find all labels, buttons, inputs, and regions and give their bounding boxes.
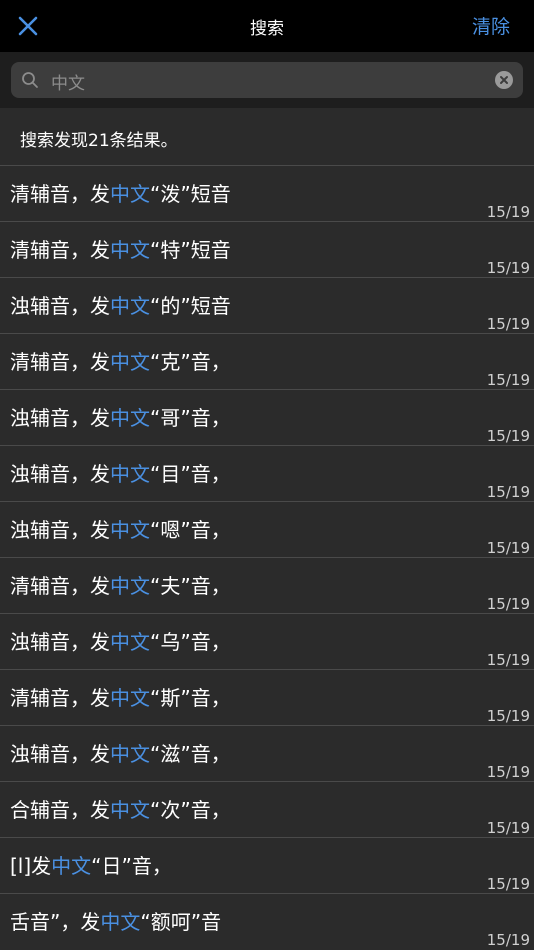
result-text-suffix: “克”音， bbox=[150, 350, 231, 374]
result-text-prefix: 浊辅音，发 bbox=[10, 294, 110, 318]
result-highlight: 中文 bbox=[110, 742, 150, 766]
result-page-number: 15/19 bbox=[486, 707, 530, 725]
result-text: 清辅音，发中文“特”短音 bbox=[10, 234, 231, 263]
result-text: 清辅音，发中文“夫”音， bbox=[10, 570, 231, 599]
result-text-prefix: 浊辅音，发 bbox=[10, 742, 110, 766]
result-page-number: 15/19 bbox=[486, 651, 530, 669]
result-text-prefix: 浊辅音，发 bbox=[10, 406, 110, 430]
result-row[interactable]: [l]发中文“日”音， 15/19 bbox=[0, 837, 534, 893]
result-highlight: 中文 bbox=[110, 686, 150, 710]
result-row[interactable]: 清辅音，发中文“克”音， 15/19 bbox=[0, 333, 534, 389]
result-page-number: 15/19 bbox=[486, 595, 530, 613]
result-highlight: 中文 bbox=[100, 910, 141, 934]
result-text-prefix: 浊辅音，发 bbox=[10, 462, 110, 486]
result-highlight: 中文 bbox=[110, 518, 150, 542]
page-title: 搜索 bbox=[250, 19, 284, 39]
result-highlight: 中文 bbox=[110, 294, 150, 318]
result-text-suffix: “特”短音 bbox=[150, 238, 231, 262]
result-text-prefix: 浊辅音，发 bbox=[10, 630, 110, 654]
result-text: 浊辅音，发中文“的”短音 bbox=[10, 290, 231, 319]
result-page-number: 15/19 bbox=[486, 203, 530, 221]
result-text: 清辅音，发中文“泼”短音 bbox=[10, 178, 231, 207]
results-summary: 搜索发现21条结果。 bbox=[0, 108, 534, 165]
result-text-suffix: “泼”短音 bbox=[150, 182, 231, 206]
clear-button[interactable]: 清除 bbox=[472, 12, 510, 39]
result-page-number: 15/19 bbox=[486, 371, 530, 389]
result-highlight: 中文 bbox=[110, 574, 150, 598]
result-text-suffix: “日”音， bbox=[91, 854, 172, 878]
result-text: 浊辅音，发中文“目”音， bbox=[10, 458, 231, 487]
result-text-suffix: “乌”音， bbox=[150, 630, 231, 654]
result-text: [l]发中文“日”音， bbox=[10, 850, 172, 879]
result-highlight: 中文 bbox=[110, 406, 150, 430]
result-row[interactable]: 清辅音，发中文“特”短音 15/19 bbox=[0, 221, 534, 277]
result-page-number: 15/19 bbox=[486, 483, 530, 501]
result-row[interactable]: 合辅音，发中文“次”音， 15/19 bbox=[0, 781, 534, 837]
result-text: 合辅音，发中文“次”音， bbox=[10, 794, 231, 823]
result-highlight: 中文 bbox=[110, 630, 150, 654]
result-page-number: 15/19 bbox=[486, 763, 530, 781]
result-highlight: 中文 bbox=[51, 854, 92, 878]
result-text-prefix: 浊辅音，发 bbox=[10, 518, 110, 542]
result-text-suffix: “的”短音 bbox=[150, 294, 231, 318]
result-highlight: 中文 bbox=[110, 462, 150, 486]
result-row[interactable]: 清辅音，发中文“泼”短音 15/19 bbox=[0, 165, 534, 221]
result-row[interactable]: 清辅音，发中文“斯”音， 15/19 bbox=[0, 669, 534, 725]
result-text-prefix: 清辅音，发 bbox=[10, 350, 110, 374]
clear-search-icon[interactable] bbox=[495, 71, 513, 89]
result-highlight: 中文 bbox=[110, 182, 150, 206]
result-text: 舌音”，发中文“额呵”音 bbox=[10, 906, 221, 935]
result-page-number: 15/19 bbox=[486, 315, 530, 333]
result-page-number: 15/19 bbox=[486, 539, 530, 557]
result-row[interactable]: 浊辅音，发中文“目”音， 15/19 bbox=[0, 445, 534, 501]
result-text-prefix: 合辅音，发 bbox=[10, 798, 110, 822]
result-text: 浊辅音，发中文“嗯”音， bbox=[10, 514, 231, 543]
result-row[interactable]: 浊辅音，发中文“的”短音 15/19 bbox=[0, 277, 534, 333]
search-box[interactable] bbox=[11, 62, 523, 100]
result-text-suffix: “嗯”音， bbox=[150, 518, 231, 542]
result-page-number: 15/19 bbox=[486, 427, 530, 445]
results-list: 清辅音，发中文“泼”短音 15/19 清辅音，发中文“特”短音 15/19 浊辅音，发中… bbox=[0, 165, 534, 949]
search-bar bbox=[0, 52, 534, 108]
result-page-number: 15/19 bbox=[486, 819, 530, 837]
results-summary-text: 搜索发现21条结果。 bbox=[20, 131, 178, 151]
result-row[interactable]: 舌音”，发中文“额呵”音 15/19 bbox=[0, 893, 534, 949]
result-page-number: 15/19 bbox=[486, 259, 530, 277]
result-text-suffix: “斯”音， bbox=[150, 686, 231, 710]
result-highlight: 中文 bbox=[110, 798, 150, 822]
result-row[interactable]: 浊辅音，发中文“哥”音， 15/19 bbox=[0, 389, 534, 445]
result-text: 浊辅音，发中文“哥”音， bbox=[10, 402, 231, 431]
result-text-suffix: “滋”音， bbox=[150, 742, 231, 766]
result-text: 浊辅音，发中文“滋”音， bbox=[10, 738, 231, 767]
result-text-prefix: 舌音”，发 bbox=[10, 910, 101, 934]
result-text-suffix: “次”音， bbox=[150, 798, 231, 822]
result-text-prefix: 清辅音，发 bbox=[10, 182, 110, 206]
result-text: 浊辅音，发中文“乌”音， bbox=[10, 626, 231, 655]
search-input[interactable] bbox=[49, 62, 493, 100]
result-row[interactable]: 清辅音，发中文“夫”音， 15/19 bbox=[0, 557, 534, 613]
result-text-prefix: 清辅音，发 bbox=[10, 686, 110, 710]
result-row[interactable]: 浊辅音，发中文“乌”音， 15/19 bbox=[0, 613, 534, 669]
result-text: 清辅音，发中文“克”音， bbox=[10, 346, 231, 375]
result-text-suffix: “目”音， bbox=[150, 462, 231, 486]
result-text-suffix: “额呵”音 bbox=[140, 910, 222, 934]
result-highlight: 中文 bbox=[110, 350, 150, 374]
search-icon bbox=[22, 72, 38, 88]
result-highlight: 中文 bbox=[110, 238, 150, 262]
result-text-suffix: “哥”音， bbox=[150, 406, 231, 430]
result-text: 清辅音，发中文“斯”音， bbox=[10, 682, 231, 711]
result-text-prefix: 清辅音，发 bbox=[10, 574, 110, 598]
result-row[interactable]: 浊辅音，发中文“滋”音， 15/19 bbox=[0, 725, 534, 781]
result-row[interactable]: 浊辅音，发中文“嗯”音， 15/19 bbox=[0, 501, 534, 557]
result-text-prefix: [l]发 bbox=[10, 854, 52, 878]
navigation-bar: 搜索 清除 bbox=[0, 0, 534, 52]
result-page-number: 15/19 bbox=[486, 931, 530, 949]
result-page-number: 15/19 bbox=[486, 875, 530, 893]
result-text-prefix: 清辅音，发 bbox=[10, 238, 110, 262]
result-text-suffix: “夫”音， bbox=[150, 574, 231, 598]
